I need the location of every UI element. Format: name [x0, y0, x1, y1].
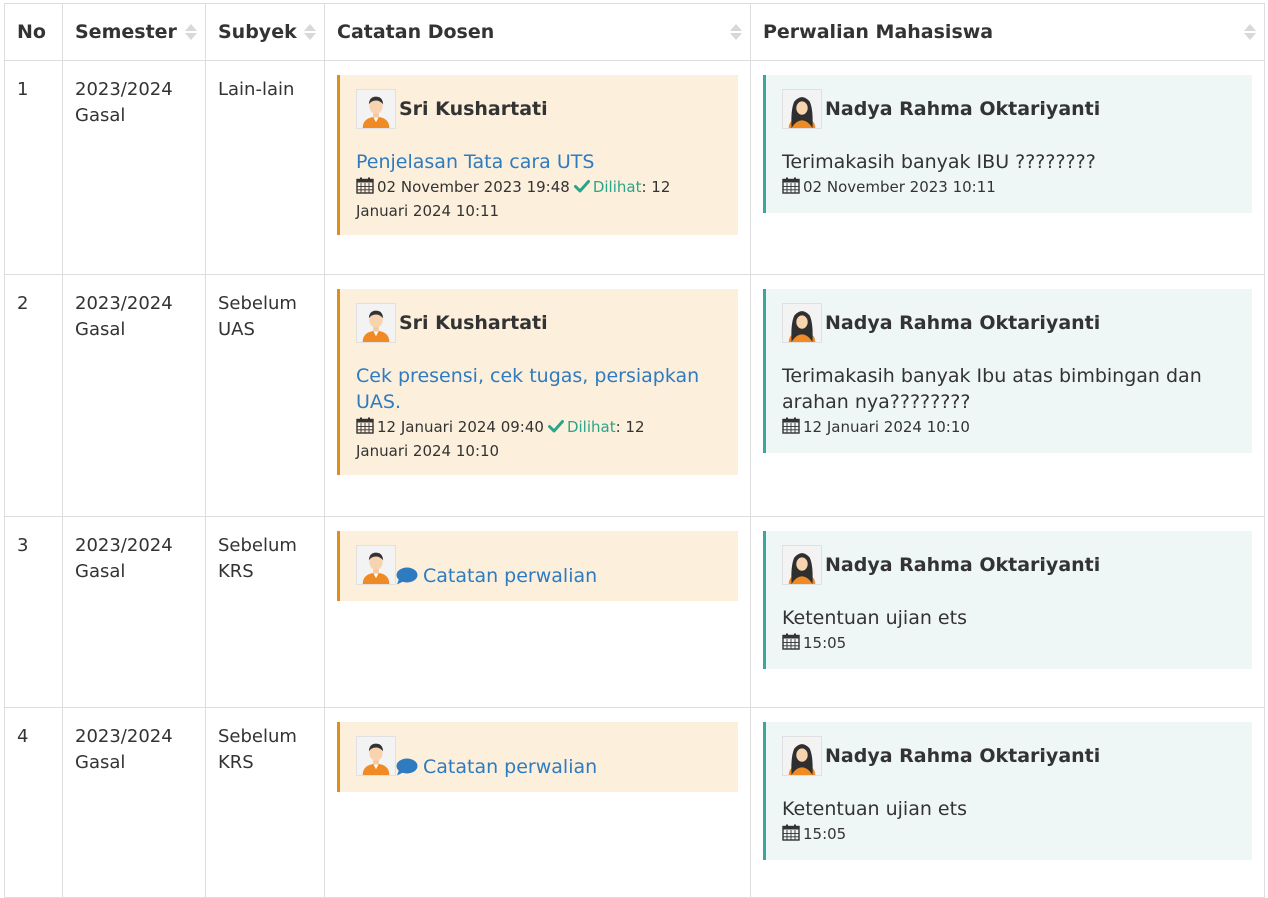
cell-no: 1 [4, 60, 63, 275]
reply-meta: 12 Januari 2024 10:10 [782, 415, 1236, 439]
female-hijab-avatar-icon [782, 89, 822, 129]
cell-no: 4 [4, 707, 63, 898]
cell-catatan-dosen: Sri Kushartati Penjelasan Tata cara UTS … [324, 60, 751, 275]
note-title-link[interactable]: Penjelasan Tata cara UTS [356, 149, 722, 175]
reply-text: Terimakasih banyak Ibu atas bimbingan da… [782, 365, 1202, 413]
cell-perwalian-mahasiswa: Nadya Rahma Oktariyanti Terimakasih bany… [750, 274, 1265, 517]
note-date: 12 Januari 2024 09:40 [377, 418, 544, 436]
cell-semester: 2023/2024 Gasal [62, 516, 206, 708]
column-header-perwalian-mahasiswa[interactable]: Perwalian Mahasiswa [750, 3, 1265, 61]
seen-date-part: : 12 [641, 178, 671, 196]
cell-semester: 2023/2024 Gasal [62, 274, 206, 517]
reply-meta: 15:05 [782, 822, 1236, 846]
table-row: 4 2023/2024 Gasal Sebelum KRS Catatan perw… [4, 707, 1265, 898]
perwalian-table: No Semester Subyek Catatan Dosen Perwali… [4, 3, 1265, 898]
calendar-icon [356, 177, 374, 194]
column-header-no[interactable]: No [4, 3, 63, 61]
female-hijab-avatar-icon [782, 303, 822, 343]
cell-perwalian-mahasiswa: Nadya Rahma Oktariyanti Terimakasih bany… [750, 60, 1265, 275]
reply-text: Ketentuan ujian ets [782, 607, 967, 629]
note-title-link[interactable]: Cek presensi, cek tugas, persiapkan UAS. [356, 363, 722, 415]
reply-author: Nadya Rahma Oktariyanti [782, 303, 1236, 343]
catatan-perwalian-link[interactable]: Catatan perwalian [396, 754, 597, 780]
reply-date: 12 Januari 2024 10:10 [803, 418, 970, 436]
seen-date-part: : 12 [615, 418, 645, 436]
note-meta: 12 Januari 2024 09:40 Dilihat: 12 Januari … [356, 415, 722, 463]
cell-semester: 2023/2024 Gasal [62, 60, 206, 275]
seen-date-rest: Januari 2024 10:11 [356, 202, 500, 220]
note-author: Sri Kushartati [356, 303, 722, 343]
seen-label: Dilihat [592, 178, 642, 196]
column-header-catatan-dosen[interactable]: Catatan Dosen [324, 3, 751, 61]
check-icon [574, 178, 590, 194]
male-avatar-icon [356, 545, 396, 585]
female-hijab-avatar-icon [782, 736, 822, 776]
author-name: Nadya Rahma Oktariyanti [825, 98, 1101, 120]
sort-icon[interactable] [304, 24, 316, 40]
reply-author: Nadya Rahma Oktariyanti [782, 89, 1236, 129]
lecturer-note: Sri Kushartati Cek presensi, cek tugas, … [337, 289, 738, 475]
reply-date: 15:05 [803, 634, 847, 652]
table-row: 2 2023/2024 Gasal Sebelum UAS Sri Kusharta… [4, 274, 1265, 517]
cell-no: 3 [4, 516, 63, 708]
female-hijab-avatar-icon [782, 545, 822, 585]
comment-bubble-icon [396, 567, 418, 585]
reply-meta: 02 November 2023 10:11 [782, 175, 1236, 199]
calendar-icon [782, 824, 800, 841]
table-row: 3 2023/2024 Gasal Sebelum KRS Catatan perw… [4, 516, 1265, 708]
reply-date: 02 November 2023 10:11 [803, 178, 996, 196]
male-avatar-icon [356, 303, 396, 343]
calendar-icon [782, 177, 800, 194]
male-avatar-icon [356, 736, 396, 776]
note-meta: 02 November 2023 19:48 Dilihat: 12 Januari… [356, 175, 722, 223]
catatan-perwalian-link[interactable]: Catatan perwalian [396, 563, 597, 589]
lecturer-note: Catatan perwalian [337, 722, 738, 792]
author-name: Nadya Rahma Oktariyanti [825, 745, 1101, 767]
check-icon [548, 418, 564, 434]
calendar-icon [356, 417, 374, 434]
cell-no: 2 [4, 274, 63, 517]
cell-subyek: Sebelum UAS [205, 274, 325, 517]
reply-author: Nadya Rahma Oktariyanti [782, 736, 1236, 776]
seen-label: Dilihat [566, 418, 616, 436]
cell-subyek: Sebelum KRS [205, 707, 325, 898]
sort-icon[interactable] [1244, 24, 1256, 40]
author-name: Sri Kushartati [399, 98, 548, 120]
cell-catatan-dosen: Sri Kushartati Cek presensi, cek tugas, … [324, 274, 751, 517]
student-reply: Nadya Rahma Oktariyanti Terimakasih bany… [763, 75, 1252, 213]
comment-bubble-icon [396, 758, 418, 776]
column-header-semester[interactable]: Semester [62, 3, 206, 61]
lecturer-note: Sri Kushartati Penjelasan Tata cara UTS … [337, 75, 738, 235]
column-header-subyek[interactable]: Subyek [205, 3, 325, 61]
cell-semester: 2023/2024 Gasal [62, 707, 206, 898]
reply-author: Nadya Rahma Oktariyanti [782, 545, 1236, 585]
author-name: Nadya Rahma Oktariyanti [825, 554, 1101, 576]
sort-icon[interactable] [185, 24, 197, 40]
cell-subyek: Lain-lain [205, 60, 325, 275]
reply-meta: 15:05 [782, 631, 1236, 655]
reply-text: Terimakasih banyak IBU ???????? [782, 151, 1096, 173]
cell-perwalian-mahasiswa: Nadya Rahma Oktariyanti Ketentuan ujian … [750, 707, 1265, 898]
cell-catatan-dosen: Catatan perwalian [324, 516, 751, 708]
lecturer-note: Catatan perwalian [337, 531, 738, 601]
reply-date: 15:05 [803, 825, 847, 843]
student-reply: Nadya Rahma Oktariyanti Ketentuan ujian … [763, 722, 1252, 860]
calendar-icon [782, 633, 800, 650]
cell-perwalian-mahasiswa: Nadya Rahma Oktariyanti Ketentuan ujian … [750, 516, 1265, 708]
student-reply: Nadya Rahma Oktariyanti Ketentuan ujian … [763, 531, 1252, 669]
table-row: 1 2023/2024 Gasal Lain-lain Sri Kushartat… [4, 60, 1265, 275]
note-date: 02 November 2023 19:48 [377, 178, 570, 196]
seen-date-rest: Januari 2024 10:10 [356, 442, 500, 460]
sort-icon[interactable] [730, 24, 742, 40]
table-header-row: No Semester Subyek Catatan Dosen Perwali… [4, 3, 1265, 61]
note-author: Sri Kushartati [356, 89, 722, 129]
cell-catatan-dosen: Catatan perwalian [324, 707, 751, 898]
author-name: Sri Kushartati [399, 312, 548, 334]
male-avatar-icon [356, 89, 396, 129]
calendar-icon [782, 417, 800, 434]
author-name: Nadya Rahma Oktariyanti [825, 312, 1101, 334]
student-reply: Nadya Rahma Oktariyanti Terimakasih bany… [763, 289, 1252, 453]
reply-text: Ketentuan ujian ets [782, 798, 967, 820]
cell-subyek: Sebelum KRS [205, 516, 325, 708]
